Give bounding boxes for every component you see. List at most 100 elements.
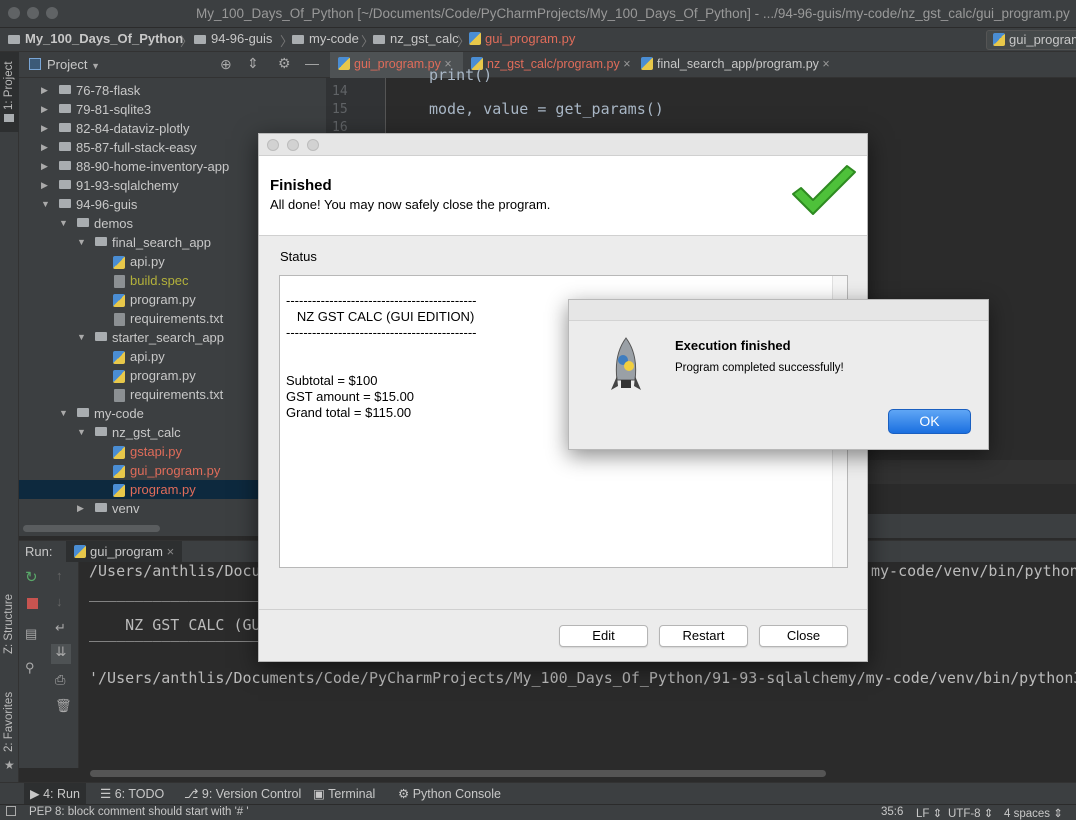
tab-final-search-program[interactable]: final_search_app/program.py × (633, 52, 833, 78)
checkmark-icon (792, 165, 856, 215)
expand-arrow-icon[interactable]: ▶ (41, 104, 48, 115)
project-view-select[interactable]: Project ▼ (47, 57, 100, 72)
run-tool-tab[interactable]: ▶ 4: Run (24, 783, 86, 804)
close-window-button[interactable] (8, 7, 20, 19)
dialog-heading: Finished (270, 177, 332, 194)
hide-panel-icon[interactable]: — (305, 55, 319, 71)
text-file-icon (114, 313, 125, 326)
vcs-tool-tab[interactable]: ⎇ 9: Version Control (184, 786, 301, 801)
minimize-window-button[interactable] (27, 7, 39, 19)
expand-arrow-icon[interactable]: ▶ (77, 503, 84, 514)
breadcrumb-separator: 〉 (180, 34, 194, 49)
close-tab-icon[interactable]: × (822, 57, 829, 71)
soft-wrap-icon[interactable]: ↵ (55, 620, 66, 636)
console-horizontal-scrollbar[interactable] (90, 770, 826, 777)
folder-icon (8, 35, 20, 44)
folder-icon (373, 35, 385, 44)
print-icon[interactable]: ⎙ (55, 672, 65, 688)
close-tab-icon[interactable]: × (167, 544, 175, 559)
tree-item[interactable]: ▶ 79-81-sqlite3 (19, 100, 326, 119)
run-toolbar-primary: ↻ ▤ ⚲ (19, 562, 45, 768)
locate-icon[interactable]: ⊕ (220, 56, 232, 73)
python-file-icon (641, 57, 653, 70)
dialog-subheading: All done! You may now safely close the p… (270, 197, 551, 212)
python-console-icon: ⚙ (398, 787, 410, 801)
dialog-titlebar (259, 134, 867, 156)
close-tab-icon[interactable]: × (623, 57, 630, 71)
python-console-tool-tab[interactable]: ⚙ Python Console (398, 786, 501, 801)
ok-button[interactable]: OK (888, 409, 971, 434)
breadcrumb-file[interactable]: gui_program.py (469, 31, 575, 46)
project-tool-tab[interactable]: 1: Project (0, 52, 19, 132)
collapse-arrow-icon[interactable]: ▼ (77, 332, 86, 342)
tool-windows-icon[interactable] (6, 806, 16, 816)
trash-icon[interactable]: 🗑 (55, 698, 72, 714)
structure-tool-tab[interactable]: Z: Structure (3, 574, 15, 654)
folder-icon (95, 332, 107, 341)
collapse-arrow-icon[interactable]: ▼ (77, 237, 86, 247)
scroll-to-end-icon[interactable]: ⇊ (51, 644, 71, 664)
dialog-header: Finished All done! You may now safely cl… (259, 156, 867, 236)
dialog-close-button[interactable] (267, 139, 279, 151)
folder-icon (292, 35, 304, 44)
up-arrow-icon[interactable]: ↑ (56, 568, 63, 583)
tree-horizontal-scrollbar[interactable] (23, 525, 160, 532)
zoom-window-button[interactable] (46, 7, 58, 19)
status-label: Status (280, 249, 317, 264)
caret-position[interactable]: 35:6 (881, 806, 903, 818)
todo-tool-tab[interactable]: ☰ 6: TODO (100, 786, 164, 801)
breadcrumb-nz-gst-calc[interactable]: nz_gst_calc (373, 31, 459, 46)
line-separator-select[interactable]: LF ⇕ (916, 806, 942, 820)
python-file-icon (113, 351, 125, 364)
edit-button[interactable]: Edit (559, 625, 648, 647)
execution-finished-alert: Execution finished Program completed suc… (568, 299, 989, 450)
line-number: 15 (332, 102, 348, 117)
play-icon: ▶ (30, 787, 40, 801)
pin-icon[interactable]: ⚲ (25, 660, 35, 676)
terminal-tool-tab[interactable]: ▣ Terminal (313, 786, 375, 801)
status-line: ----------------------------------------… (286, 325, 477, 340)
folder-icon (4, 114, 14, 122)
collapse-arrow-icon[interactable]: ▼ (59, 408, 68, 418)
expand-arrow-icon[interactable]: ▶ (41, 123, 48, 134)
breadcrumb-project[interactable]: My_100_Days_Of_Python (8, 31, 183, 46)
python-file-icon (74, 545, 86, 558)
breadcrumb-guis[interactable]: 94-96-guis (194, 31, 272, 46)
collapse-arrow-icon[interactable]: ▼ (59, 218, 68, 228)
folder-icon (59, 123, 71, 132)
python-file-icon (113, 465, 125, 478)
dialog-zoom-button[interactable] (307, 139, 319, 151)
rerun-icon[interactable]: ↻ (25, 568, 38, 586)
run-toolbar-secondary: ↑ ↓ ↵ ⇊ ⎙ 🗑 (45, 562, 79, 768)
python-file-icon (113, 294, 125, 307)
down-arrow-icon[interactable]: ↓ (56, 594, 63, 609)
tree-item[interactable]: ▶ 76-78-flask (19, 81, 326, 100)
python-file-icon (338, 57, 350, 70)
alert-title: Execution finished (675, 338, 791, 353)
close-button[interactable]: Close (759, 625, 848, 647)
run-tab-gui-program[interactable]: gui_program × (66, 541, 183, 563)
favorites-tool-tab[interactable]: 2: Favorites (3, 672, 15, 752)
restart-button[interactable]: Restart (659, 625, 748, 647)
expand-arrow-icon[interactable]: ▶ (41, 161, 48, 172)
python-file-icon (113, 446, 125, 459)
expand-arrow-icon[interactable]: ▶ (41, 142, 48, 153)
layout-icon[interactable]: ▤ (25, 626, 37, 642)
dialog-minimize-button[interactable] (287, 139, 299, 151)
encoding-select[interactable]: UTF-8 ⇕ (948, 806, 993, 820)
file-icon (114, 275, 125, 288)
run-config-select[interactable]: gui_program (986, 30, 1076, 50)
breadcrumb-my-code[interactable]: my-code (292, 31, 359, 46)
project-tool-label: 1: Project (3, 61, 15, 110)
expand-arrow-icon[interactable]: ▶ (41, 180, 48, 191)
indent-select[interactable]: 4 spaces ⇕ (1004, 806, 1063, 820)
collapse-arrow-icon[interactable]: ▼ (77, 427, 86, 437)
folder-icon (59, 199, 71, 208)
expand-arrow-icon[interactable]: ▶ (41, 85, 48, 96)
gear-icon[interactable]: ⚙ (278, 55, 291, 72)
console-line: /Users/anthlis/Docu (89, 562, 261, 580)
collapse-all-icon[interactable]: ⇕ (247, 55, 259, 72)
collapse-arrow-icon[interactable]: ▼ (41, 199, 50, 209)
stop-icon[interactable] (27, 598, 38, 609)
console-line: my-code/venv/bin/python3 (871, 562, 1076, 580)
